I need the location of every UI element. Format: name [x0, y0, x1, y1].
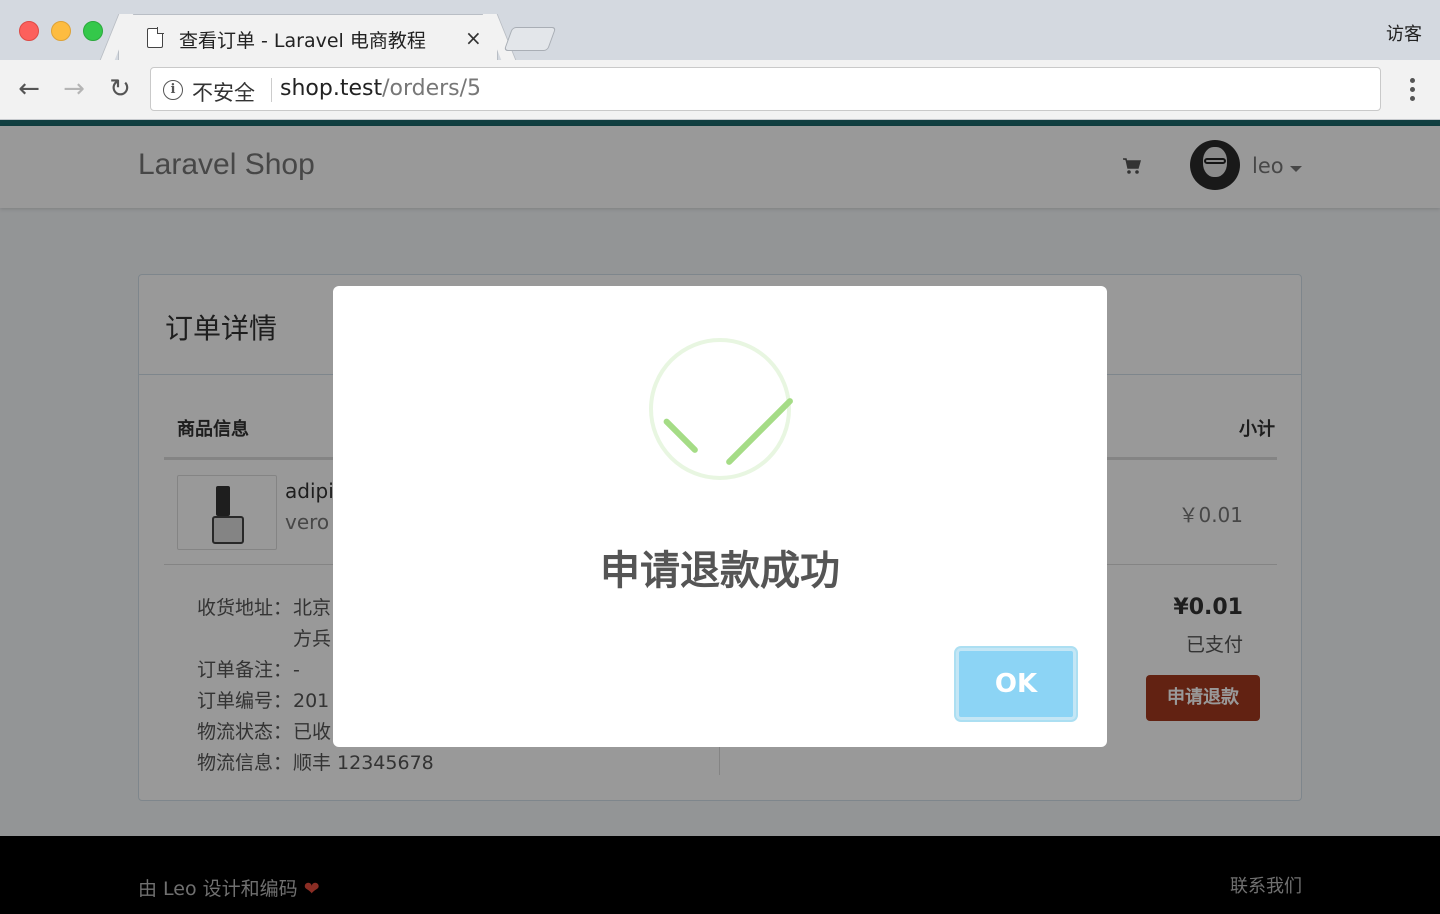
- tab-title: 查看订单 - Laravel 电商教程: [179, 30, 426, 52]
- success-dialog: 申请退款成功 OK: [333, 286, 1107, 747]
- info-icon[interactable]: i: [163, 80, 183, 100]
- url-host: shop.test: [280, 76, 383, 101]
- reload-icon[interactable]: ↻: [103, 72, 137, 106]
- back-icon[interactable]: ←: [12, 72, 46, 106]
- dialog-title: 申请退款成功: [600, 548, 840, 594]
- minimize-window-button[interactable]: [51, 21, 71, 41]
- tab-active[interactable]: 查看订单 - Laravel 电商教程 ×: [118, 14, 498, 60]
- tab-close-button[interactable]: ×: [465, 26, 482, 50]
- address-separator: [271, 78, 272, 102]
- guest-profile-label[interactable]: 访客: [1386, 20, 1422, 46]
- document-icon: [147, 28, 163, 48]
- tab-strip: 查看订单 - Laravel 电商教程 × 访客: [0, 0, 1440, 60]
- new-tab-button[interactable]: [503, 27, 557, 51]
- forward-icon[interactable]: →: [57, 72, 91, 106]
- url-text[interactable]: shop.test/orders/5: [280, 76, 481, 101]
- browser-menu-icon[interactable]: [1410, 78, 1416, 102]
- browser-toolbar: ← → ↻ i 不安全 shop.test/orders/5: [0, 60, 1440, 120]
- success-icon: [649, 338, 791, 480]
- url-path: /orders/5: [382, 76, 482, 101]
- browser-chrome: 查看订单 - Laravel 电商教程 × 访客 ← → ↻ i 不安全 sho…: [0, 0, 1440, 120]
- address-bar[interactable]: i 不安全 shop.test/orders/5: [150, 67, 1381, 111]
- close-window-button[interactable]: [19, 21, 39, 41]
- security-label[interactable]: 不安全: [192, 77, 255, 107]
- maximize-window-button[interactable]: [83, 21, 103, 41]
- ok-button[interactable]: OK: [956, 648, 1076, 720]
